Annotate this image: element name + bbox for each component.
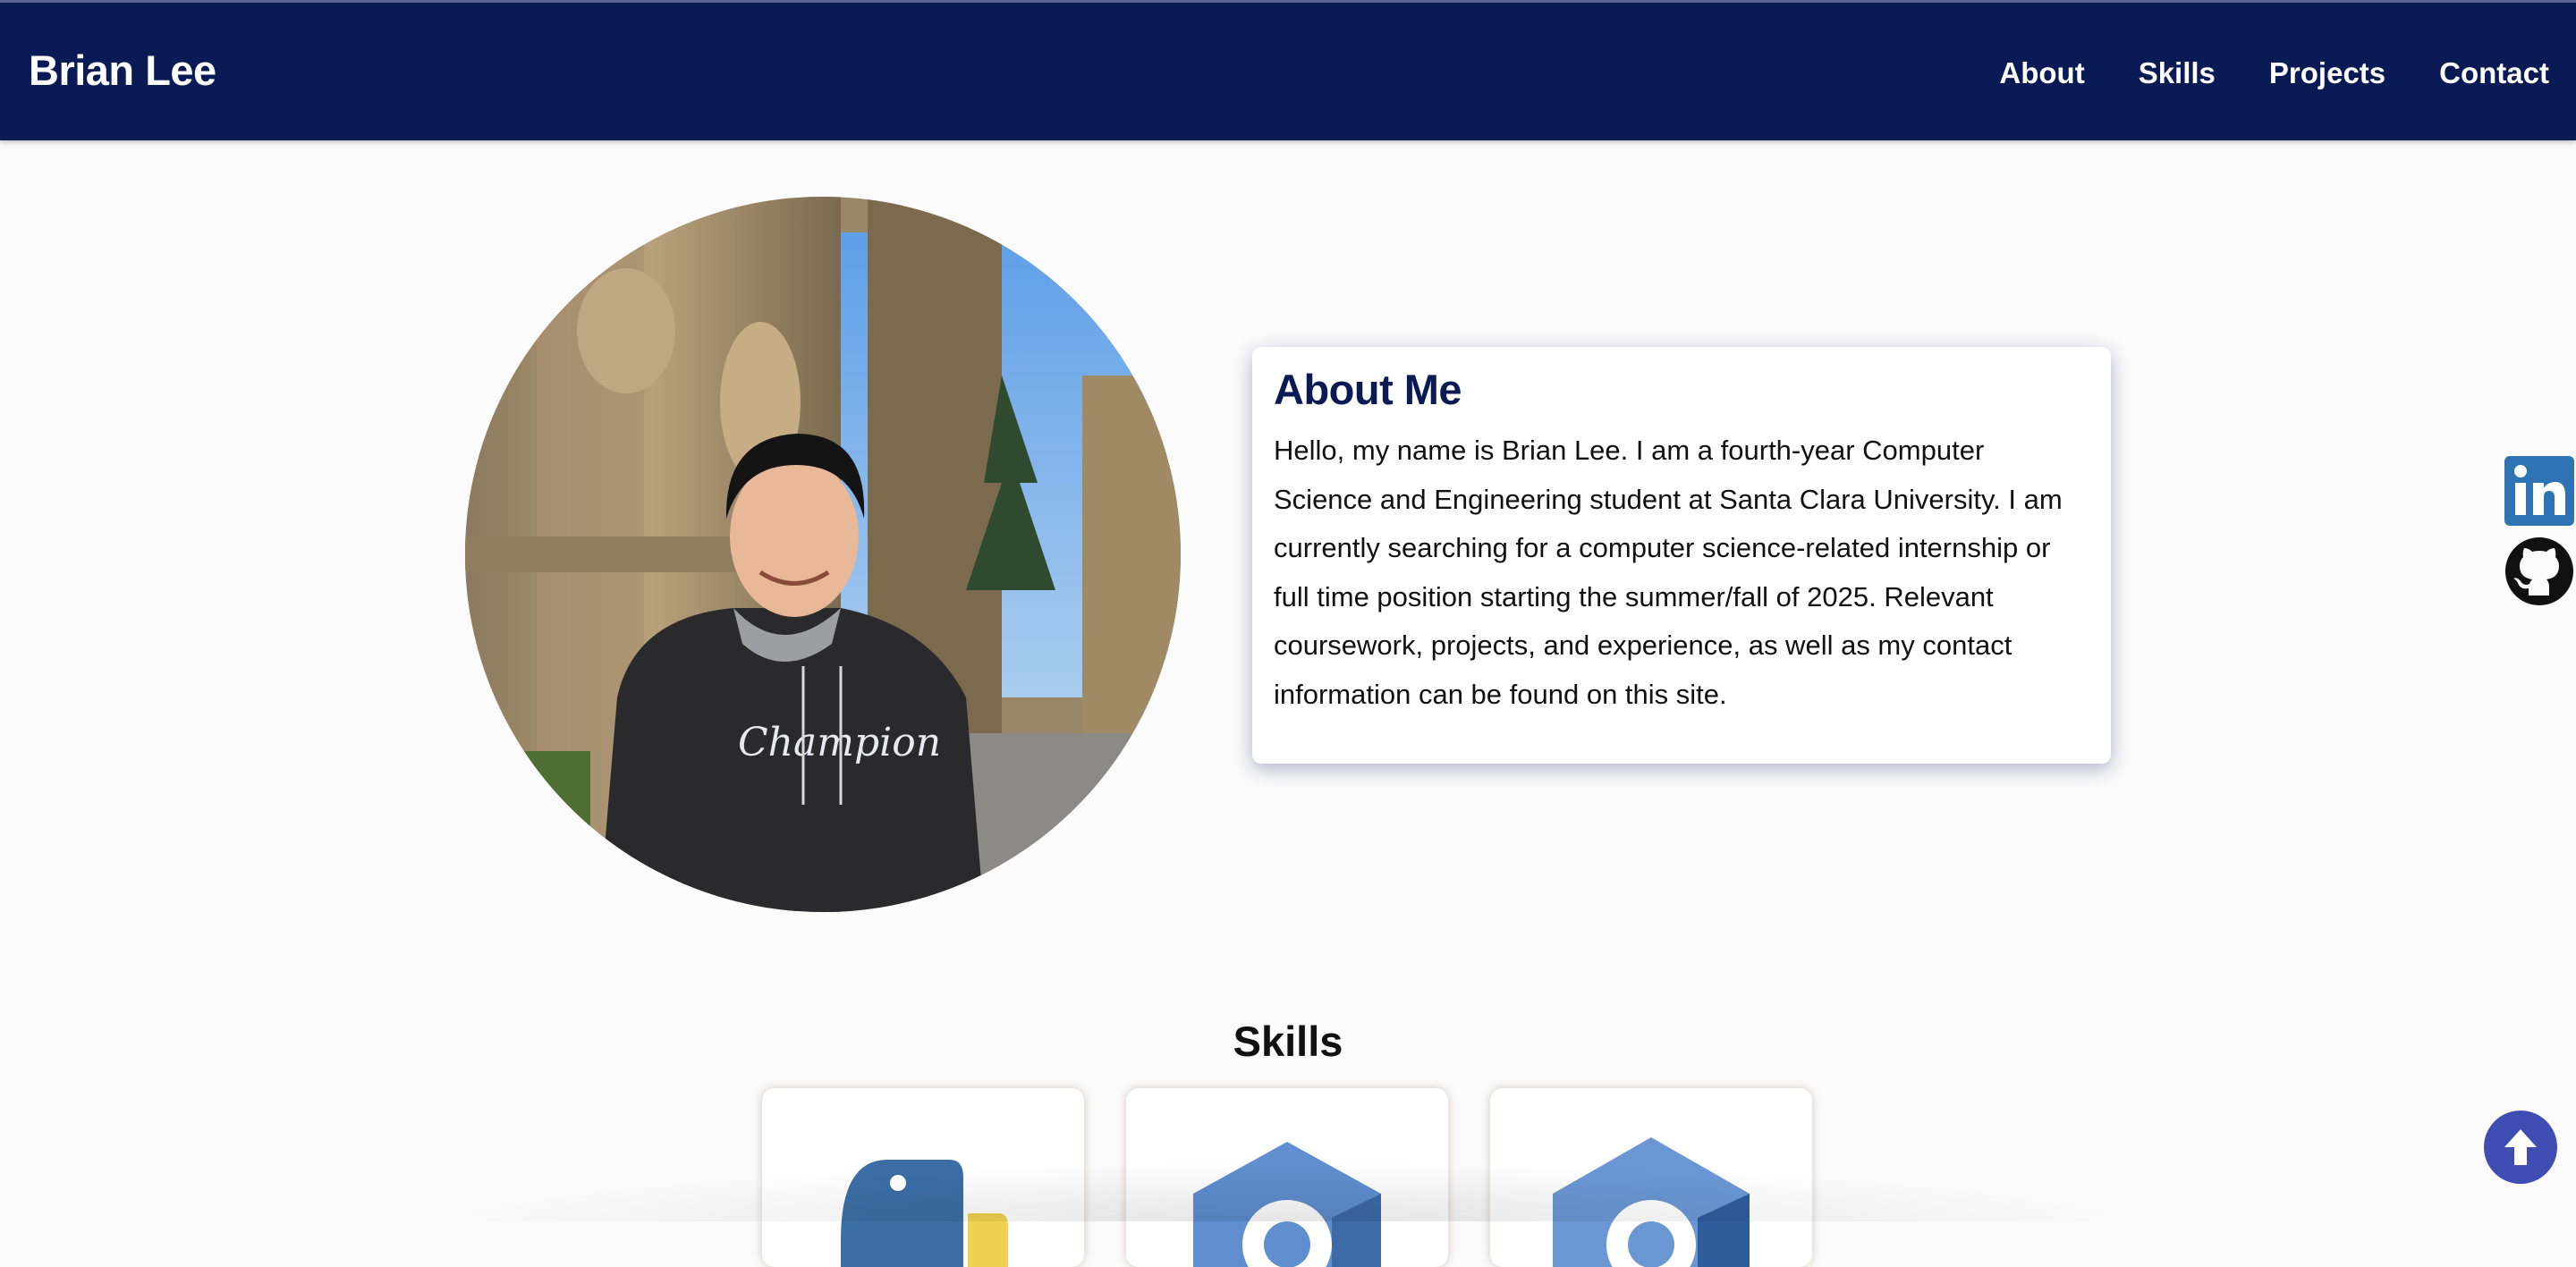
skill-card-cpp[interactable] — [1490, 1088, 1812, 1267]
skill-card-python[interactable] — [762, 1088, 1084, 1267]
back-to-top-button[interactable] — [2484, 1111, 2557, 1184]
nav-link-contact[interactable]: Contact — [2439, 56, 2549, 90]
nav-link-skills[interactable]: Skills — [2139, 56, 2216, 90]
profile-photo: Champion — [465, 197, 1181, 912]
linkedin-icon — [2504, 456, 2574, 526]
c-language-icon — [1193, 1142, 1381, 1267]
about-body-text: Hello, my name is Brian Lee. I am a four… — [1274, 435, 2063, 710]
about-card: About Me Hello, my name is Brian Lee. I … — [1252, 347, 2111, 764]
top-navbar: Brian Lee About Skills Projects Contact — [0, 0, 2576, 140]
linkedin-link[interactable] — [2504, 456, 2576, 528]
about-heading: About Me — [1274, 366, 1462, 413]
skills-heading: Skills — [1233, 1018, 1343, 1065]
github-icon — [2505, 537, 2573, 605]
nav-links: About Skills Projects Contact — [1999, 56, 2549, 90]
skill-card-c[interactable] — [1126, 1088, 1448, 1267]
github-link[interactable] — [2504, 536, 2576, 608]
arrow-up-icon — [2504, 1129, 2537, 1165]
nav-link-projects[interactable]: Projects — [2269, 56, 2385, 90]
python-icon — [841, 1160, 1008, 1267]
site-brand[interactable]: Brian Lee — [29, 46, 216, 95]
cpp-language-icon — [1553, 1137, 1750, 1267]
nav-link-about[interactable]: About — [1999, 56, 2084, 90]
